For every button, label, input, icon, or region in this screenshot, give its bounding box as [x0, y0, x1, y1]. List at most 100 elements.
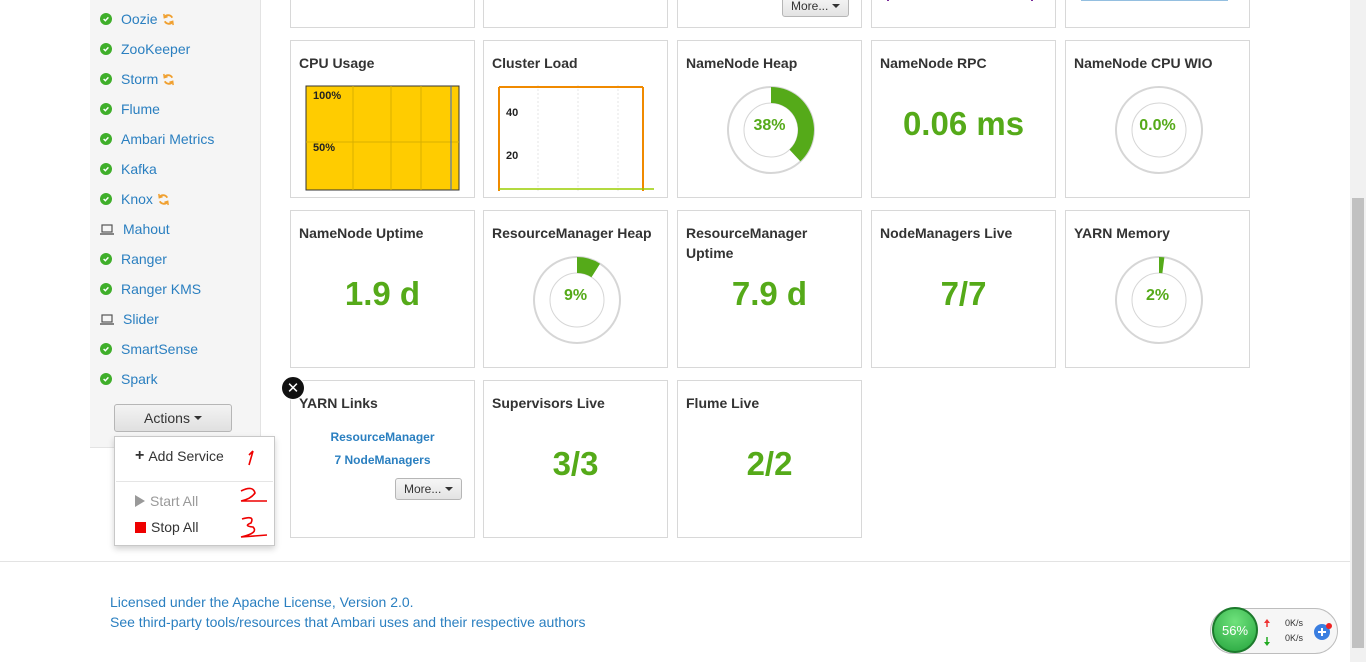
menu-start-all[interactable]: Start All: [135, 493, 198, 509]
sidebar-item-oozie[interactable]: Oozie: [100, 9, 175, 29]
sidebar-item-flume[interactable]: Flume: [100, 99, 160, 119]
license-link[interactable]: Licensed under the Apache License, Versi…: [110, 594, 414, 610]
widget-title: ResourceManager Uptime: [686, 225, 808, 261]
annotation-mark-1: [248, 450, 254, 466]
namenode-heap-value: 38%: [753, 117, 786, 134]
yarn-memory-value: 2%: [1145, 287, 1170, 304]
status-ok-icon: [100, 373, 112, 385]
widget-partial-4: [871, 0, 1056, 28]
heatmap-partial: [1081, 0, 1228, 1]
flume-live-value: 2/2: [746, 445, 793, 482]
actions-dropdown-menu: + Add Service Start All Stop All: [114, 436, 275, 546]
service-label: Mahout: [123, 221, 170, 237]
annotation-mark-2: [240, 487, 267, 502]
stop-icon: [135, 521, 146, 533]
widget-title: NodeManagers Live: [880, 225, 1013, 241]
gauge-arc: [1159, 257, 1165, 274]
actions-label: Actions: [144, 410, 190, 426]
widget-title: NameNode CPU WIO: [1074, 55, 1213, 71]
cpu-usage-chart: 100% 50%: [305, 85, 460, 191]
service-label: SmartSense: [121, 341, 199, 357]
service-label: Knox: [121, 191, 153, 207]
widget-namenode-rpc: NameNode RPC 0.06 ms: [871, 40, 1056, 198]
status-ok-icon: [100, 163, 112, 175]
widget-cluster-load: Cluster Load 40 20: [483, 40, 668, 198]
service-label: Ambari Metrics: [121, 131, 215, 147]
scrollbar-thumb[interactable]: [1352, 198, 1364, 648]
start-all-label: Start All: [150, 493, 199, 509]
widget-title: Cluster Load: [492, 55, 578, 71]
widget-namenode-heap: NameNode Heap 38%: [677, 40, 862, 198]
caret-down-icon: [832, 4, 841, 8]
top-more-label: More...: [791, 0, 829, 13]
namenode-cpu-wio-value: 0.0%: [1139, 117, 1176, 134]
widget-title: NameNode Heap: [686, 55, 798, 71]
widget-title: CPU Usage: [299, 55, 375, 71]
sidebar-item-ranger-kms[interactable]: Ranger KMS: [100, 279, 201, 299]
service-label: Spark: [121, 371, 158, 387]
sidebar-item-knox[interactable]: Knox: [100, 189, 170, 209]
download-rate: 0K/s: [1285, 633, 1304, 643]
link-resourcemanager[interactable]: ResourceManager: [291, 430, 474, 444]
widget-namenode-uptime: NameNode Uptime 1.9 d: [290, 210, 475, 368]
widget-partial-2: [483, 0, 668, 28]
client-monitor-icon: [100, 313, 114, 325]
status-ok-icon: [100, 133, 112, 145]
net-usage-circle[interactable]: 56%: [1212, 607, 1258, 653]
widget-title: ResourceManager Heap: [492, 225, 652, 241]
third-party-link[interactable]: See third-party tools/resources that Amb…: [110, 614, 585, 630]
chart-partial: [887, 0, 1033, 1]
widget-rm-heap: ResourceManager Heap 9%: [483, 210, 668, 368]
gauge-arc: [577, 257, 601, 278]
link-nodemanagers[interactable]: 7 NodeManagers: [291, 453, 474, 467]
widget-nodemanagers-live: NodeManagers Live 7/7: [871, 210, 1056, 368]
widget-partial-3: More...: [677, 0, 862, 28]
service-label: Flume: [121, 101, 160, 117]
restart-required-icon[interactable]: [162, 13, 175, 26]
up-down-arrows-icon: [1264, 619, 1270, 646]
sidebar-item-smartsense[interactable]: SmartSense: [100, 339, 198, 359]
cpu-tick-50: 50%: [313, 142, 335, 154]
sidebar-item-spark[interactable]: Spark: [100, 369, 158, 389]
load-tick-40: 40: [506, 107, 518, 119]
sidebar-item-storm[interactable]: Storm: [100, 69, 175, 89]
add-service-label: Add Service: [148, 448, 224, 464]
widget-namenode-cpu-wio: NameNode CPU WIO 0.0%: [1065, 40, 1250, 198]
status-ok-icon: [100, 73, 112, 85]
widget-yarn-memory: YARN Memory 2%: [1065, 210, 1250, 368]
plus-circle-icon[interactable]: [1313, 622, 1333, 642]
menu-stop-all[interactable]: Stop All: [135, 519, 198, 535]
status-ok-icon: [100, 13, 112, 25]
sidebar-item-mahout[interactable]: Mahout: [100, 219, 170, 239]
top-more-button[interactable]: More...: [782, 0, 850, 17]
sidebar-item-slider[interactable]: Slider: [100, 309, 159, 329]
play-icon: [135, 495, 145, 507]
sidebar-item-ambari-metrics[interactable]: Ambari Metrics: [100, 129, 214, 149]
widget-title: Flume Live: [686, 395, 760, 411]
rm-uptime-value: 7.9 d: [731, 275, 808, 312]
client-monitor-icon: [100, 223, 114, 235]
widget-flume-live: Flume Live 2/2: [677, 380, 862, 538]
status-ok-icon: [100, 103, 112, 115]
stop-all-label: Stop All: [151, 519, 199, 535]
actions-button[interactable]: Actions: [114, 404, 232, 432]
supervisors-live-value: 3/3: [552, 445, 599, 482]
sidebar-item-zookeeper[interactable]: ZooKeeper: [100, 39, 190, 59]
restart-required-icon[interactable]: [157, 193, 170, 206]
service-label: ZooKeeper: [121, 41, 191, 57]
restart-required-icon[interactable]: [162, 73, 175, 86]
more-label: More...: [404, 482, 442, 496]
status-ok-icon: [100, 343, 112, 355]
yarn-links-more-button[interactable]: More...: [395, 478, 463, 500]
page-scrollbar[interactable]: [1350, 0, 1366, 662]
menu-add-service[interactable]: + Add Service: [135, 447, 224, 465]
widget-partial-5: [1065, 0, 1250, 28]
widget-cpu-usage: CPU Usage 100% 50%: [290, 40, 475, 198]
remove-widget-icon[interactable]: ✕: [281, 376, 305, 400]
widget-title: NameNode Uptime: [299, 225, 424, 241]
footer-divider: [0, 561, 1350, 562]
widget-yarn-links: YARN Links ResourceManager 7 NodeManager…: [290, 380, 475, 538]
sidebar-item-ranger[interactable]: Ranger: [100, 249, 167, 269]
widget-supervisors-live: Supervisors Live 3/3: [483, 380, 668, 538]
sidebar-item-kafka[interactable]: Kafka: [100, 159, 157, 179]
